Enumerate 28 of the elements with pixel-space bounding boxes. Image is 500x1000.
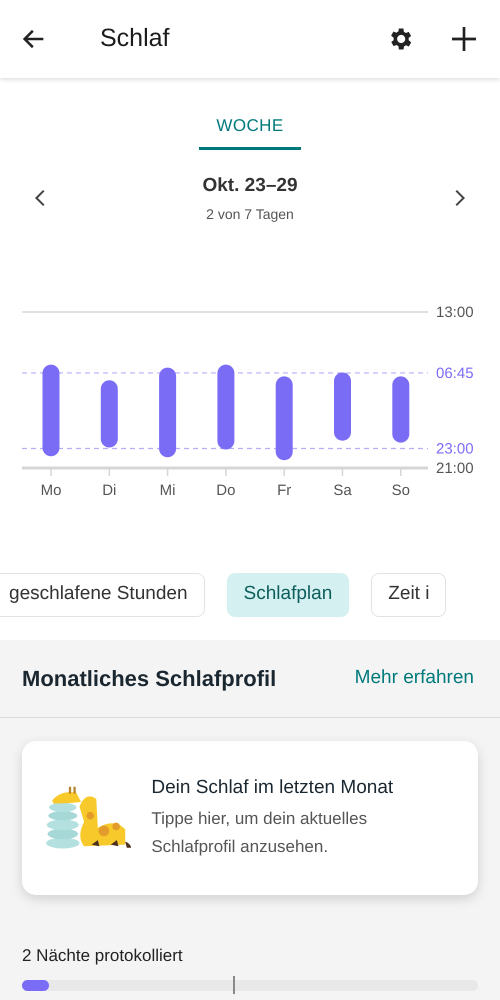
profile-card[interactable]: Dein Schlaf im letzten Monat Tippe hier, um dein aktuelles Schlafprofil anzusehen.	[22, 740, 478, 894]
date-range: Okt. 23–29	[202, 174, 298, 198]
sleep-bar	[334, 372, 351, 440]
day-label: Fr	[277, 482, 292, 498]
day-label: Mo	[40, 482, 62, 498]
sleep-bar	[392, 376, 410, 442]
page-title: Schlaf	[100, 23, 170, 54]
day-label: Do	[216, 482, 236, 498]
metric-chip[interactable]: geschlafene Stunden	[0, 572, 205, 616]
metric-chip[interactable]: Zeit i	[371, 572, 446, 616]
card-title: Dein Schlaf im letzten Monat	[151, 776, 394, 800]
axis-label: 13:00	[436, 304, 474, 320]
days-count: 2 von 7 Tagen	[206, 204, 294, 224]
section-title: Monatliches Schlafprofil	[22, 664, 276, 693]
sleep-bar	[100, 380, 118, 448]
nights-logged: 2 Nächte protokolliert	[22, 944, 184, 966]
learn-more-link[interactable]: Mehr erfahren	[354, 664, 474, 692]
axis-label: 21:00	[436, 460, 474, 476]
day-label: Di	[102, 482, 116, 498]
axis-label: 06:45	[436, 364, 474, 382]
period-tab[interactable]: WOCHE	[199, 104, 301, 150]
card-text: Tippe hier, um dein aktuelles Schlafprofil anzusehen.	[151, 808, 368, 858]
midpoint-marker	[233, 976, 235, 994]
day-label: Sa	[333, 482, 352, 498]
axis-label: 23:00	[436, 440, 474, 457]
day-label: Mi	[160, 482, 176, 498]
day-label: So	[392, 482, 410, 498]
metric-chip[interactable]: Schlafplan	[226, 572, 350, 616]
